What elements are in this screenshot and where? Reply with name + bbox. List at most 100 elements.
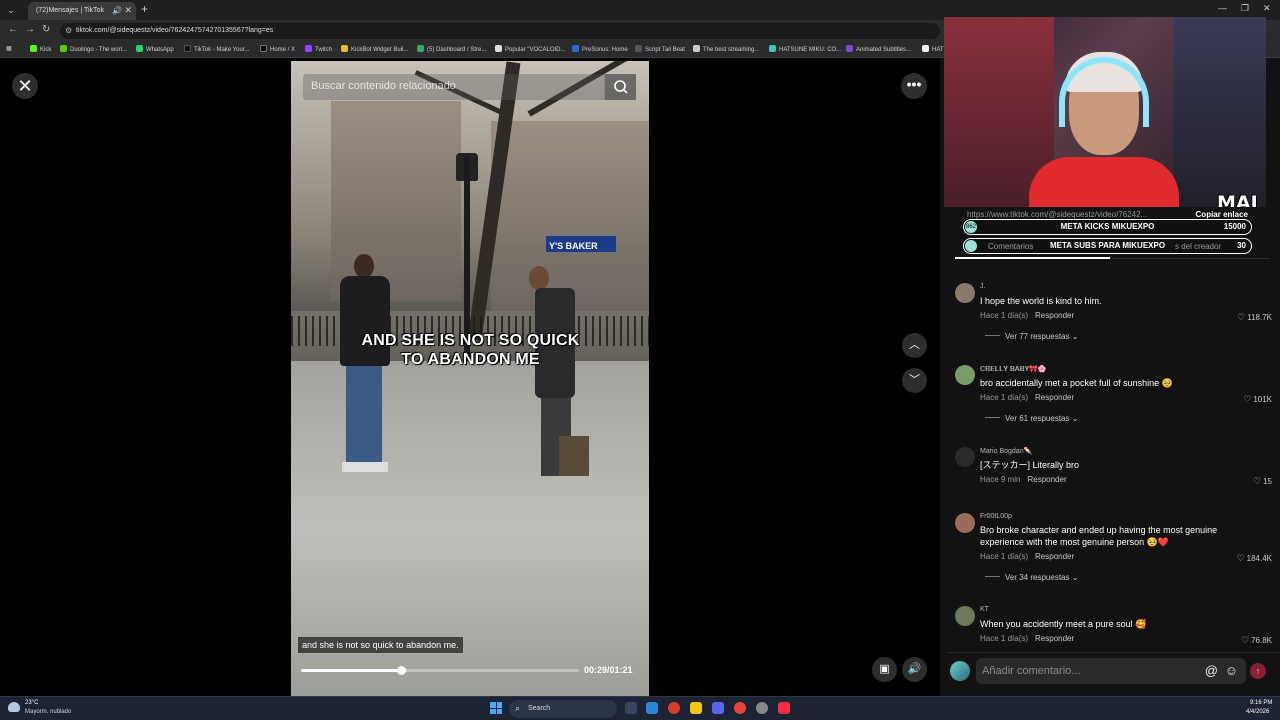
share-url: https://www.tiktok.com/@sidequestz/video… [967, 210, 1148, 219]
like-button[interactable]: ♡ 184.4K [1237, 553, 1272, 564]
browser-tab[interactable]: (72)Mensajes | TikTok 🔊 ✕ [28, 2, 136, 20]
progress-thumb[interactable] [397, 666, 407, 675]
burned-in-caption: AND SHE IS NOT SO QUICK TO ABANDON ME [361, 332, 580, 368]
start-icon[interactable] [490, 702, 502, 714]
close-video-button[interactable]: ✕ [12, 73, 38, 99]
video-player[interactable]: Y'S BAKER [291, 61, 649, 696]
bookmark-kick[interactable]: Kick [30, 45, 51, 53]
previous-video-button[interactable]: ︿ [902, 333, 927, 358]
search-icon: ⌕ [515, 703, 521, 713]
url-field[interactable]: ⚙ tiktok.com/@sidequestz/video/762424757… [60, 23, 940, 39]
view-replies-button[interactable]: Ver 34 respuestas ⌄ [985, 573, 1078, 582]
weather-icon[interactable] [8, 702, 20, 712]
video-page: ✕ ••• Y'S BAKER Buscar contenido relacio… [0, 58, 940, 696]
bookmark-streaming[interactable]: The best streaming... [693, 45, 759, 53]
bookmark-hatsune-miku[interactable]: HATSUNE MIKU: CO... [769, 45, 841, 53]
site-info-icon[interactable]: ⚙ [65, 26, 72, 35]
bookmark-whatsapp[interactable]: WhatsApp [136, 45, 174, 53]
bookmark-hat[interactable]: HAT [922, 45, 944, 53]
bookmark-kickbot[interactable]: KickBot Widget Buil... [341, 45, 408, 53]
reply-button[interactable]: Responder [1035, 552, 1074, 561]
comment-username[interactable]: 𝐂𝐑𝐄𝐋𝐋𝐘 𝐁𝐀𝐁𝐘🎀🌸 [980, 365, 1047, 374]
goal-label: META KICKS MIKUEXPO [1060, 222, 1155, 231]
bookmark-script-tail-beat[interactable]: Script Tail Beat [635, 45, 685, 53]
comment-username[interactable]: J. [980, 283, 985, 290]
tab-close-icon[interactable]: ✕ [124, 5, 132, 16]
apps-icon[interactable]: ▦ [6, 45, 12, 52]
progress-bar[interactable] [301, 666, 579, 675]
like-button[interactable]: ♡ 118.7K [1237, 312, 1272, 323]
edge-icon[interactable] [646, 702, 658, 714]
window-close-icon[interactable]: ✕ [1263, 3, 1271, 14]
webcam-overlay: MAI [944, 17, 1266, 207]
app-icon[interactable] [668, 702, 680, 714]
goal-label: META SUBS PARA MIKUEXPO [1049, 241, 1166, 250]
clock-time[interactable]: 9:16 PM [1250, 700, 1272, 706]
forward-icon[interactable]: → [25, 24, 35, 35]
comment-text: Bro broke character and ended up having … [980, 525, 1218, 547]
miniplayer-button[interactable]: ▣ [872, 657, 897, 682]
reply-button[interactable]: Responder [1035, 634, 1074, 643]
bookmark-presonus[interactable]: PreSonus: Home [572, 45, 628, 53]
comment-username[interactable]: KT [980, 606, 989, 613]
bookmark-dashboard[interactable]: (5) Dashboard / Stre... [417, 45, 486, 53]
tab-title: (72)Mensajes | TikTok [36, 7, 104, 14]
reply-button[interactable]: Responder [1035, 393, 1074, 402]
related-search-input[interactable]: Buscar contenido relacionado [303, 74, 636, 100]
like-button[interactable]: ♡ 76.8K [1241, 635, 1272, 646]
file-explorer-icon[interactable] [690, 702, 702, 714]
back-icon[interactable]: ← [8, 24, 18, 35]
comment-username[interactable]: Mario Bogdan🍡 [980, 447, 1032, 455]
bookmark-duolingo[interactable]: Duolingo - The worl... [60, 45, 127, 53]
bookmark-animated-subtitles[interactable]: Animated Subtitles... [846, 45, 911, 53]
reply-button[interactable]: Responder [1035, 311, 1074, 320]
maximize-icon[interactable]: ❐ [1241, 3, 1249, 14]
avatar[interactable] [955, 447, 975, 467]
progress-fill [301, 669, 402, 672]
more-options-button[interactable]: ••• [901, 73, 927, 99]
reply-button[interactable]: Responder [1027, 475, 1066, 484]
tab-search-icon[interactable]: ⌄ [4, 3, 18, 17]
volume-button[interactable]: 🔊 [902, 657, 927, 682]
comment-input[interactable]: Añadir comentario... @ ☺ [976, 658, 1246, 684]
view-replies-button[interactable]: Ver 61 respuestas ⌄ [985, 414, 1078, 423]
audio-icon[interactable]: 🔊 [112, 6, 122, 15]
mention-icon[interactable]: @ [1205, 663, 1218, 678]
bookmark-vocaloid[interactable]: Popular "VOCALOID... [495, 45, 566, 53]
avatar[interactable] [955, 283, 975, 303]
copy-link-button[interactable]: Copiar enlace [1196, 210, 1248, 219]
weather-temperature[interactable]: 23°C [25, 700, 38, 706]
avatar[interactable] [955, 606, 975, 626]
screen: ⌄ (72)Mensajes | TikTok 🔊 ✕ + — ❐ ✕ ← → … [0, 0, 1280, 720]
chrome-icon[interactable] [734, 702, 746, 714]
send-comment-button[interactable]: ↑ [1250, 663, 1266, 679]
emoji-icon[interactable]: ☺ [1225, 663, 1238, 678]
taskbar-search[interactable]: ⌕ Search [509, 700, 617, 718]
windows-taskbar: 23°C Mayorm. nublado ⌕ Search 9:16 PM 4/… [0, 696, 1280, 720]
bookmark-twitch[interactable]: Twitch [305, 45, 332, 53]
bookmark-x[interactable]: Home / X [260, 45, 295, 53]
task-view-icon[interactable] [625, 702, 637, 714]
next-video-button[interactable]: ﹀ [902, 368, 927, 393]
minimize-icon[interactable]: — [1218, 3, 1227, 13]
like-button[interactable]: ♡ 101K [1243, 394, 1272, 405]
comment-username[interactable]: Fr00tL00p [980, 513, 1012, 520]
reload-icon[interactable]: ↻ [42, 24, 50, 35]
timecode: 00:29/01:21 [584, 665, 633, 675]
bookmark-tiktok[interactable]: TikTok - Make Your... [184, 45, 249, 53]
weather-description[interactable]: Mayorm. nublado [25, 709, 71, 715]
comment-meta: Hace 9 min Responder [980, 475, 1067, 484]
goal-value: 15000 [1223, 222, 1246, 231]
clock-date[interactable]: 4/4/2026 [1246, 709, 1269, 715]
view-replies-button[interactable]: Ver 77 respuestas ⌄ [985, 332, 1078, 341]
discord-icon[interactable] [712, 702, 724, 714]
search-icon[interactable] [604, 74, 636, 100]
avatar[interactable] [950, 661, 970, 681]
avatar[interactable] [955, 365, 975, 385]
like-button[interactable]: ♡ 15 [1253, 476, 1272, 487]
settings-icon[interactable] [756, 702, 768, 714]
new-tab-icon[interactable]: + [141, 2, 148, 16]
avatar[interactable] [955, 513, 975, 533]
music-icon[interactable] [778, 702, 790, 714]
stream-brand-logo: MAI [1217, 192, 1258, 207]
